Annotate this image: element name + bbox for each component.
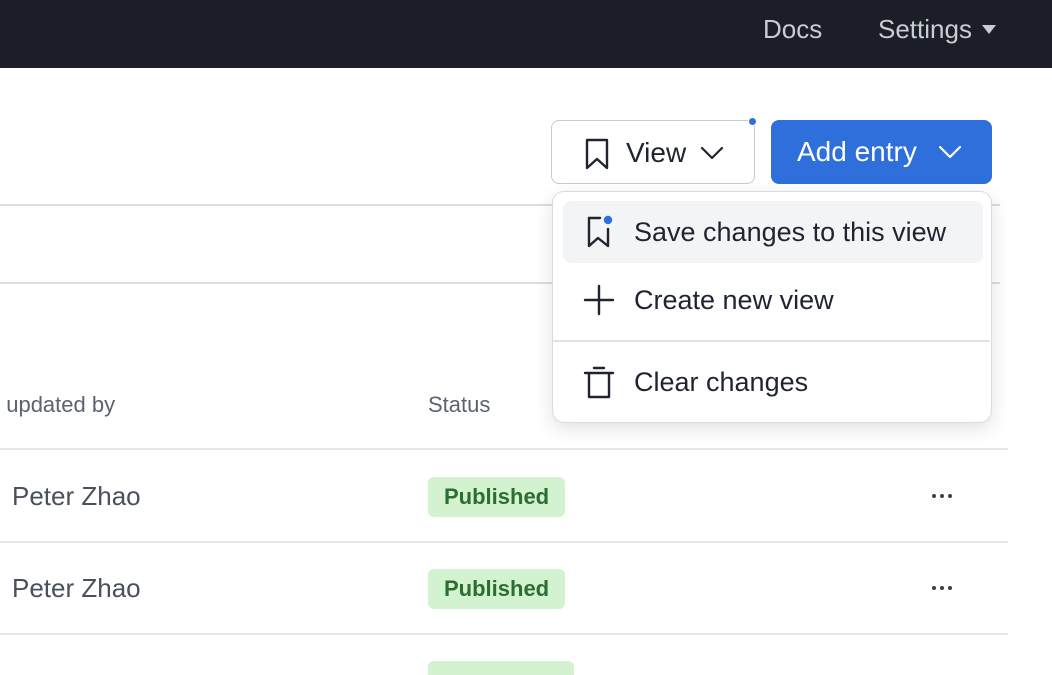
ellipsis-icon[interactable]	[928, 579, 956, 595]
view-button-label: View	[626, 137, 687, 168]
view-dropdown-menu: Save changes to this view Create new vie…	[552, 191, 992, 423]
menu-item-label: Create new view	[634, 285, 834, 315]
unsaved-changes-dot	[748, 117, 757, 126]
updated-by-cell: Peter Zhao	[12, 481, 141, 511]
menu-item-clear-changes[interactable]: Clear changes	[563, 351, 983, 413]
caret-down-icon	[981, 24, 996, 34]
status-badge: Published	[428, 569, 566, 609]
column-header-status[interactable]: Status	[428, 392, 490, 418]
nav-settings-menu[interactable]: Settings	[878, 0, 996, 58]
chevron-down-icon	[700, 146, 724, 160]
bookmark-with-dot-icon	[587, 215, 613, 248]
nav-docs-link[interactable]: Docs	[763, 0, 822, 58]
plus-icon	[583, 284, 615, 316]
status-badge: Published	[428, 477, 566, 517]
menu-item-label: Save changes to this view	[634, 217, 947, 247]
ellipsis-icon[interactable]	[928, 487, 956, 503]
add-entry-button-label: Add entry	[797, 136, 917, 167]
nav-settings-label: Settings	[878, 14, 972, 44]
menu-separator	[553, 340, 990, 342]
menu-item-label: Clear changes	[634, 367, 809, 397]
status-badge-partial	[428, 661, 574, 675]
view-button[interactable]: View	[551, 120, 755, 184]
table-row-divider	[0, 633, 1008, 635]
add-entry-button[interactable]: Add entry	[771, 120, 992, 184]
menu-item-create-new-view[interactable]: Create new view	[563, 269, 983, 331]
top-nav-bar: Docs Settings	[0, 0, 1052, 68]
bookmark-icon	[585, 138, 609, 170]
column-header-updated-by[interactable]: t updated by	[0, 392, 115, 418]
chevron-down-icon	[938, 145, 962, 159]
trash-icon	[583, 366, 615, 399]
updated-by-cell: Peter Zhao	[12, 573, 141, 603]
table-row-divider	[0, 541, 1008, 543]
menu-item-save-changes[interactable]: Save changes to this view	[563, 201, 983, 263]
table-row-divider	[0, 448, 1008, 450]
